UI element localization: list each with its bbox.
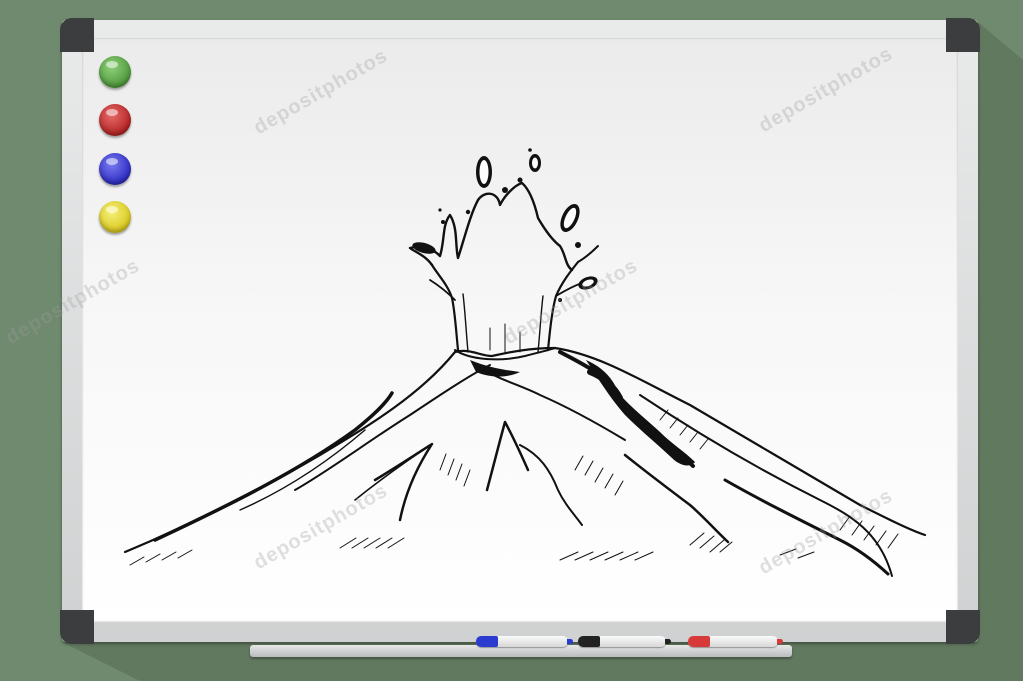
red-marker[interactable] [688, 636, 783, 647]
whiteboard-scene: depositphotos depositphotos depositphoto… [0, 0, 1023, 681]
volcano-sketch [123, 148, 927, 577]
red-marker-tip [777, 639, 783, 644]
blue-marker[interactable] [476, 636, 573, 647]
red-marker-cap [688, 636, 710, 647]
black-marker-tip [665, 639, 671, 644]
black-marker[interactable] [578, 636, 671, 647]
blue-marker-tip [567, 639, 573, 644]
black-marker-cap [578, 636, 600, 647]
blue-marker-cap [476, 636, 498, 647]
